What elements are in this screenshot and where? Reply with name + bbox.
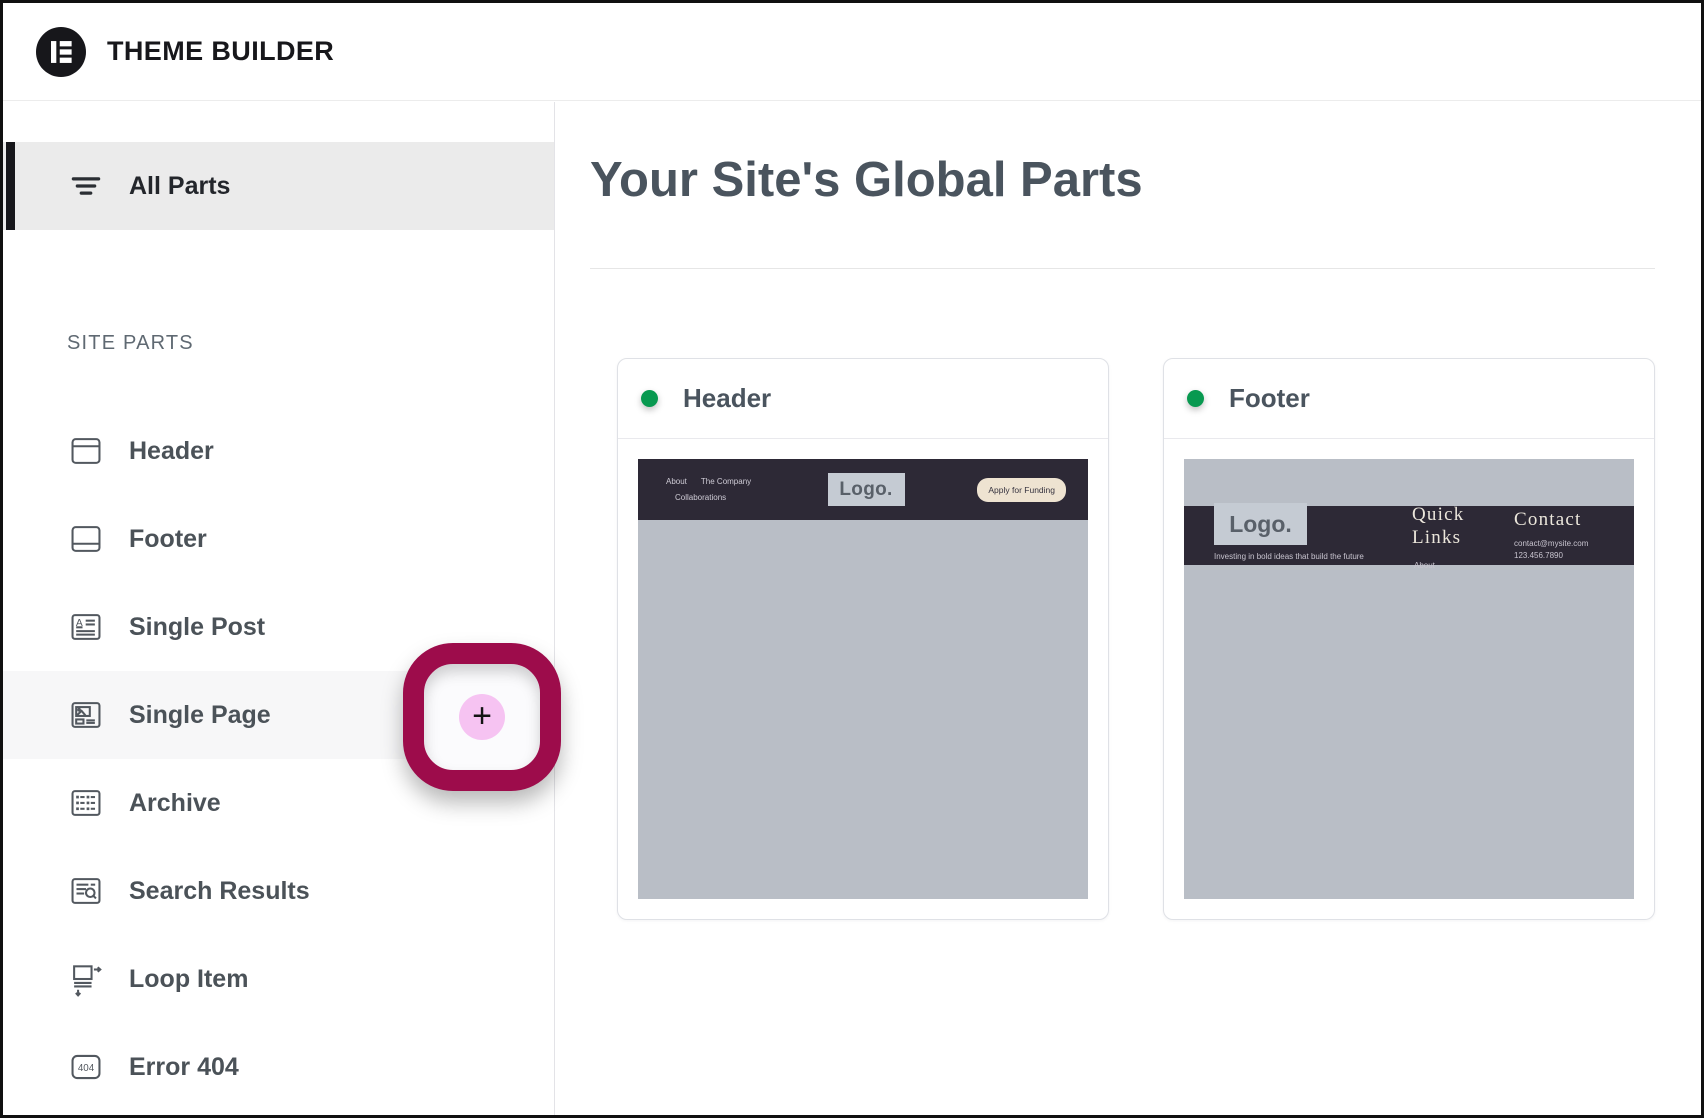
preview-tagline: Investing in bold ideas that build the f…	[1214, 552, 1364, 561]
sidebar-item-label: Single Post	[129, 613, 265, 642]
card-body: Logo. Investing in bold ideas that build…	[1164, 439, 1654, 919]
global-part-card-header[interactable]: Header About The Company Collaboration	[617, 358, 1109, 920]
search-results-icon	[67, 872, 105, 910]
add-single-page-button[interactable]: +	[459, 694, 505, 740]
preview-navbar: About The Company Collaborations Logo. A…	[638, 459, 1088, 520]
preview-nav-link: The Company	[701, 474, 751, 489]
sidebar-item-header[interactable]: Header	[3, 407, 554, 495]
heading-divider	[590, 268, 1655, 269]
sidebar-item-label: Header	[129, 437, 214, 466]
main-content: Your Site's Global Parts Header About	[556, 102, 1701, 1115]
single-page-icon	[67, 696, 105, 734]
selected-indicator-bar	[6, 142, 15, 230]
sidebar-item-label: Single Page	[129, 701, 271, 730]
single-post-icon: A	[67, 608, 105, 646]
sidebar-item-search-results[interactable]: Search Results	[3, 847, 554, 935]
elementor-logo-icon	[36, 27, 86, 77]
loop-item-icon	[67, 960, 105, 998]
preview-cta-button: Apply for Funding	[977, 478, 1066, 502]
preview-nav-links: About The Company Collaborations	[666, 474, 828, 504]
card-title: Footer	[1229, 383, 1310, 414]
preview-logo-box: Logo.	[1214, 503, 1307, 545]
status-dot-green	[641, 390, 658, 407]
preview-quick-link-about: About	[1414, 561, 1435, 570]
sidebar-item-label: Search Results	[129, 877, 310, 906]
preview-contact-email: contact@mysite.com	[1514, 539, 1588, 548]
all-parts-label: All Parts	[129, 172, 230, 201]
preview-footer-band: Logo. Investing in bold ideas that build…	[1184, 506, 1634, 565]
filter-icon	[67, 167, 105, 205]
card-header-row: Header	[618, 359, 1108, 439]
app-title: THEME BUILDER	[107, 36, 334, 67]
preview-nav-link: Collaborations	[675, 493, 726, 502]
sidebar-item-label: Error 404	[129, 1053, 239, 1082]
header-preview-thumbnail[interactable]: About The Company Collaborations Logo. A…	[638, 459, 1088, 899]
card-header-row: Footer	[1164, 359, 1654, 439]
sidebar-item-footer[interactable]: Footer	[3, 495, 554, 583]
preview-logo-box: Logo.	[828, 473, 905, 506]
global-parts-cards: Header About The Company Collaboration	[617, 358, 1655, 920]
sidebar-item-error-404[interactable]: 404 Error 404	[3, 1023, 554, 1111]
card-title: Header	[683, 383, 771, 414]
theme-builder-window: THEME BUILDER All Parts SITE PARTS	[0, 0, 1704, 1118]
sidebar-item-label: Archive	[129, 789, 221, 818]
preview-contact-phone: 123.456.7890	[1514, 551, 1563, 560]
global-part-card-footer[interactable]: Footer Logo. Investing in bold ideas tha…	[1163, 358, 1655, 920]
site-parts-section-label: SITE PARTS	[67, 332, 194, 355]
sidebar-item-loop-item[interactable]: Loop Item	[3, 935, 554, 1023]
status-dot-green	[1187, 390, 1204, 407]
preview-page-body	[638, 520, 1088, 899]
footer-icon	[67, 520, 105, 558]
preview-nav-link: About	[666, 474, 687, 489]
sidebar-item-all-parts[interactable]: All Parts	[3, 142, 554, 230]
page-title: Your Site's Global Parts	[590, 152, 1143, 208]
top-bar: THEME BUILDER	[3, 3, 1701, 101]
sidebar-item-label: Footer	[129, 525, 207, 554]
archive-icon	[67, 784, 105, 822]
preview-quick-links-title: Quick Links	[1412, 504, 1502, 550]
header-icon	[67, 432, 105, 470]
preview-contact-title: Contact	[1514, 509, 1582, 531]
annotation-highlight-ring: +	[403, 643, 561, 791]
sidebar: All Parts SITE PARTS Header	[3, 102, 555, 1115]
plus-icon: +	[472, 699, 492, 733]
error-404-icon: 404	[67, 1048, 105, 1086]
footer-preview-thumbnail[interactable]: Logo. Investing in bold ideas that build…	[1184, 459, 1634, 899]
svg-text:404: 404	[78, 1063, 95, 1074]
card-body: About The Company Collaborations Logo. A…	[618, 439, 1108, 919]
sidebar-item-label: Loop Item	[129, 965, 248, 994]
